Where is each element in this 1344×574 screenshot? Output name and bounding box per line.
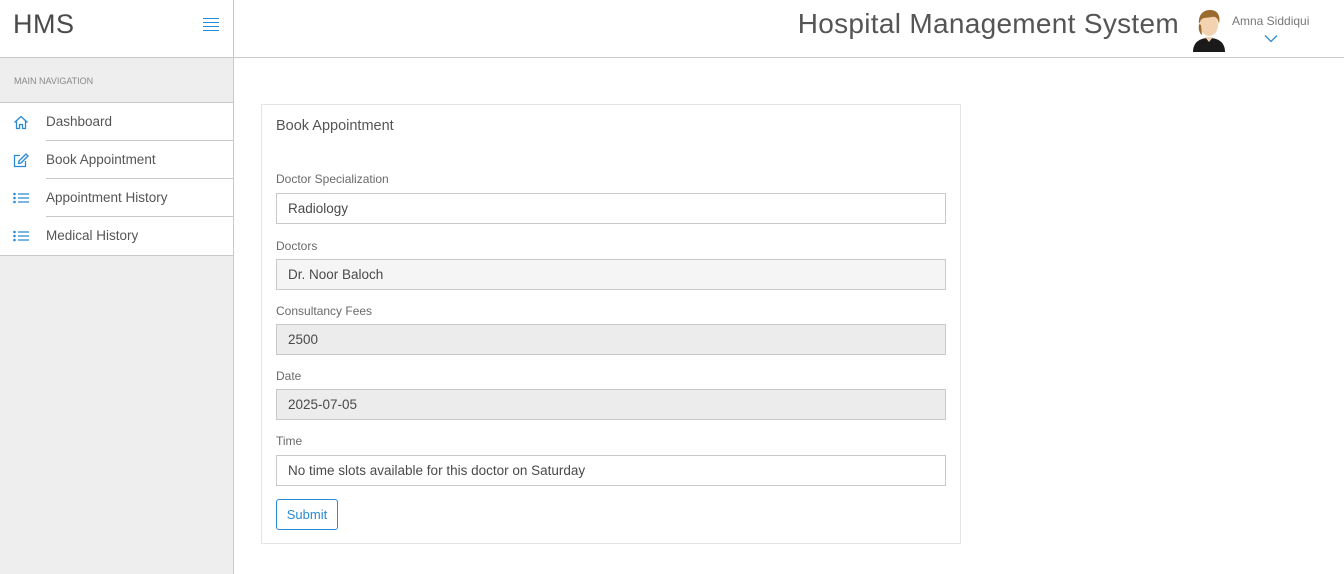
home-icon [0,115,46,130]
book-appointment-panel: Book Appointment Doctor Specialization R… [261,104,961,544]
brand-logo-text: HMS [13,9,75,39]
top-header: Hospital Management System Amna Siddiqui [234,0,1344,58]
time-select[interactable]: No time slots available for this doctor … [276,455,946,486]
menu-toggle-icon[interactable] [203,18,221,34]
avatar[interactable] [1190,8,1228,53]
edit-icon [0,152,46,168]
nav-section-header: MAIN NAVIGATION [0,58,233,103]
sidebar-item-dashboard[interactable]: Dashboard [0,103,233,141]
time-label: Time [276,434,303,448]
user-name[interactable]: Amna Siddiqui [1232,14,1309,28]
panel-title: Book Appointment [276,118,394,134]
page-title: Hospital Management System [797,8,1179,39]
chevron-down-icon[interactable] [1264,30,1278,43]
fees-field[interactable]: 2500 [276,324,946,355]
sidebar-item-label: Dashboard [46,103,233,141]
doctors-label: Doctors [276,239,318,253]
sidebar-item-label: Medical History [46,228,139,243]
sidebar-item-appointment-history[interactable]: Appointment History [0,179,233,217]
doctor-select[interactable]: Dr. Noor Baloch [276,259,946,290]
sidebar-item-book-appointment[interactable]: Book Appointment [0,141,233,179]
brand-area: HMS [0,0,233,58]
specialization-select[interactable]: Radiology [276,193,946,224]
main-navigation: Dashboard Book Appointment Appointment H… [0,103,233,256]
sidebar-item-label: Book Appointment [46,141,233,179]
sidebar: HMS MAIN NAVIGATION Dashboard Book Appoi… [0,0,234,574]
date-label: Date [276,369,302,383]
sidebar-item-label: Appointment History [46,179,233,217]
list-icon [0,230,46,242]
sidebar-item-medical-history[interactable]: Medical History [0,217,233,255]
fees-label: Consultancy Fees [276,304,373,318]
list-icon [0,192,46,204]
specialization-label: Doctor Specialization [276,172,389,186]
date-field[interactable]: 2025-07-05 [276,389,946,420]
submit-button[interactable]: Submit [276,499,338,530]
